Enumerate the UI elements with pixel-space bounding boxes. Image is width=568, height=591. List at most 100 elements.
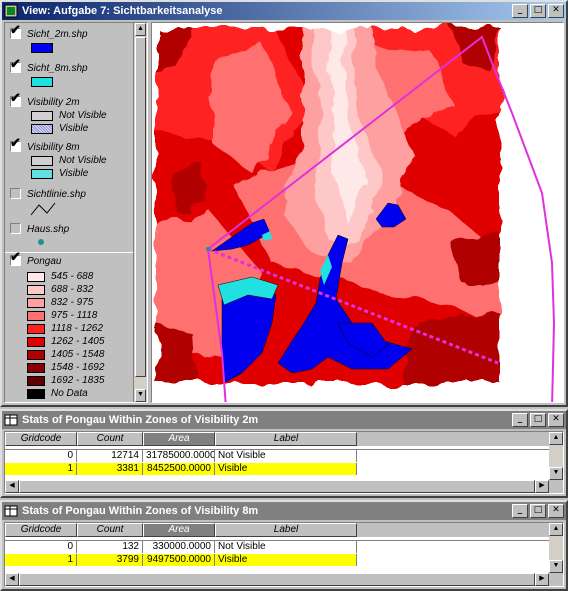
view-window: View: Aufgabe 7: Sichtbarkeitsanalyse _ … [0,0,568,407]
horizontal-scrollbar[interactable]: ◀ ▶ [5,480,549,493]
legend-swatch [27,323,45,334]
stats-table-window-2m: Stats of Pongau Within Zones of Visibili… [0,409,568,498]
theme-name: Sicht_2m.shp [27,29,88,40]
cell-label: Not Visible [215,541,357,553]
legend-swatch [27,297,45,308]
theme-haus[interactable]: Haus.shp [5,223,147,248]
column-header-label[interactable]: Label [215,432,357,446]
toc-scrollbar[interactable]: ▲ ▼ [133,23,147,402]
table-row[interactable]: 0 132 330000.0000 Not Visible [5,541,563,554]
attribute-table[interactable]: Gridcode Count Area Label 0 12714 317850… [4,431,564,494]
legend-class-row: 832 - 975 [21,296,147,309]
vertical-scrollbar[interactable]: ▲ ▼ [549,432,563,480]
cell-gridcode: 1 [5,463,77,475]
column-header-gridcode[interactable]: Gridcode [5,523,77,537]
maximize-button[interactable]: □ [530,413,546,427]
elevation-map[interactable] [152,23,564,403]
legend-class-label: 1118 - 1262 [51,323,103,334]
table-title: Stats of Pongau Within Zones of Visibili… [22,414,259,426]
theme-visibility-8m[interactable]: Visibility 8m Not Visible Visible [5,139,147,180]
legend-swatch [27,310,45,321]
scroll-down-arrow-icon[interactable]: ▼ [135,389,146,402]
table-titlebar[interactable]: Stats of Pongau Within Zones of Visibili… [2,411,566,429]
scroll-down-arrow-icon[interactable]: ▼ [549,560,563,573]
theme-name: Pongau [27,256,62,267]
theme-checkbox[interactable] [10,223,21,234]
table-header: Gridcode Count Area Label [5,523,563,537]
table-of-contents: Sicht_2m.shp Sicht_8m.shp Visibility 2m … [4,22,148,403]
attribute-table[interactable]: Gridcode Count Area Label 0 132 330000.0… [4,522,564,587]
line-symbol-icon [30,202,56,216]
legend-class-row: 975 - 1118 [21,309,147,322]
legend-class-label: 975 - 1118 [51,310,98,321]
horizontal-scrollbar[interactable]: ◀ ▶ [5,573,549,586]
theme-checkbox[interactable] [10,253,21,266]
theme-checkbox[interactable] [10,139,21,152]
legend-swatch [27,362,45,373]
view-window-title: View: Aufgabe 7: Sichtbarkeitsanalyse [22,5,223,17]
theme-name: Sichtlinie.shp [27,189,86,200]
theme-sichtlinie[interactable]: Sichtlinie.shp [5,188,147,217]
legend-label: Not Visible [59,155,107,166]
scroll-up-arrow-icon[interactable]: ▲ [549,432,563,445]
view-window-icon [4,4,18,18]
legend-class-row: 1692 - 1835 [21,374,147,387]
minimize-button[interactable]: _ [512,504,528,518]
view-titlebar[interactable]: View: Aufgabe 7: Sichtbarkeitsanalyse _ … [2,2,566,20]
scroll-thumb[interactable] [19,573,535,586]
close-button[interactable]: ✕ [548,413,564,427]
minimize-button[interactable]: _ [512,413,528,427]
theme-sicht-2m[interactable]: Sicht_2m.shp [5,26,147,54]
table-titlebar[interactable]: Stats of Pongau Within Zones of Visibili… [2,502,566,520]
legend-class-label: 545 - 688 [51,271,94,282]
cell-gridcode: 0 [5,450,77,462]
theme-checkbox[interactable] [10,60,21,73]
theme-pongau[interactable]: Pongau 545 - 688 688 - 832 832 - 975 975 - … [5,252,147,400]
maximize-button[interactable]: □ [530,4,546,18]
legend-label: Visible [59,168,89,179]
column-header-count[interactable]: Count [77,523,143,537]
theme-name: Visibility 8m [27,142,80,153]
cell-count: 3799 [77,554,143,566]
scroll-left-arrow-icon[interactable]: ◀ [5,573,19,586]
legend-class-row: 1262 - 1405 [21,335,147,348]
scroll-right-arrow-icon[interactable]: ▶ [535,480,549,493]
table-row-selected[interactable]: 1 3799 9497500.0000 Visible [5,554,563,567]
scroll-up-arrow-icon[interactable]: ▲ [135,23,146,36]
scroll-up-arrow-icon[interactable]: ▲ [549,523,563,536]
legend-class-row: 1548 - 1692 [21,361,147,374]
column-header-label[interactable]: Label [215,523,357,537]
legend-swatch [27,284,45,295]
scroll-down-arrow-icon[interactable]: ▼ [549,467,563,480]
legend-swatch [31,155,53,166]
legend-swatch [27,349,45,360]
theme-checkbox[interactable] [10,188,21,199]
theme-checkbox[interactable] [10,94,21,107]
scroll-right-arrow-icon[interactable]: ▶ [535,573,549,586]
legend-swatch [27,388,45,399]
cell-count: 12714 [77,450,143,462]
close-button[interactable]: ✕ [548,504,564,518]
table-row-selected[interactable]: 1 3381 8452500.0000 Visible [5,463,563,476]
cell-area: 8452500.0000 [143,463,215,475]
column-header-area[interactable]: Area [143,523,215,537]
theme-checkbox[interactable] [10,26,21,39]
vertical-scrollbar[interactable]: ▲ ▼ [549,523,563,573]
scroll-thumb[interactable] [135,37,146,377]
cell-gridcode: 1 [5,554,77,566]
map-canvas[interactable] [151,22,564,403]
scroll-left-arrow-icon[interactable]: ◀ [5,480,19,493]
theme-visibility-2m[interactable]: Visibility 2m Not Visible Visible [5,94,147,135]
table-row[interactable]: 0 12714 31785000.0000 Not Visible [5,450,563,463]
maximize-button[interactable]: □ [530,504,546,518]
column-header-area[interactable]: Area [143,432,215,446]
column-header-count[interactable]: Count [77,432,143,446]
legend-class-row: 688 - 832 [21,283,147,296]
close-button[interactable]: ✕ [548,4,564,18]
legend-class-label: 1548 - 1692 [51,362,105,373]
column-header-gridcode[interactable]: Gridcode [5,432,77,446]
theme-name: Haus.shp [27,224,70,235]
minimize-button[interactable]: _ [512,4,528,18]
scroll-thumb[interactable] [19,480,535,493]
theme-sicht-8m[interactable]: Sicht_8m.shp [5,60,147,88]
